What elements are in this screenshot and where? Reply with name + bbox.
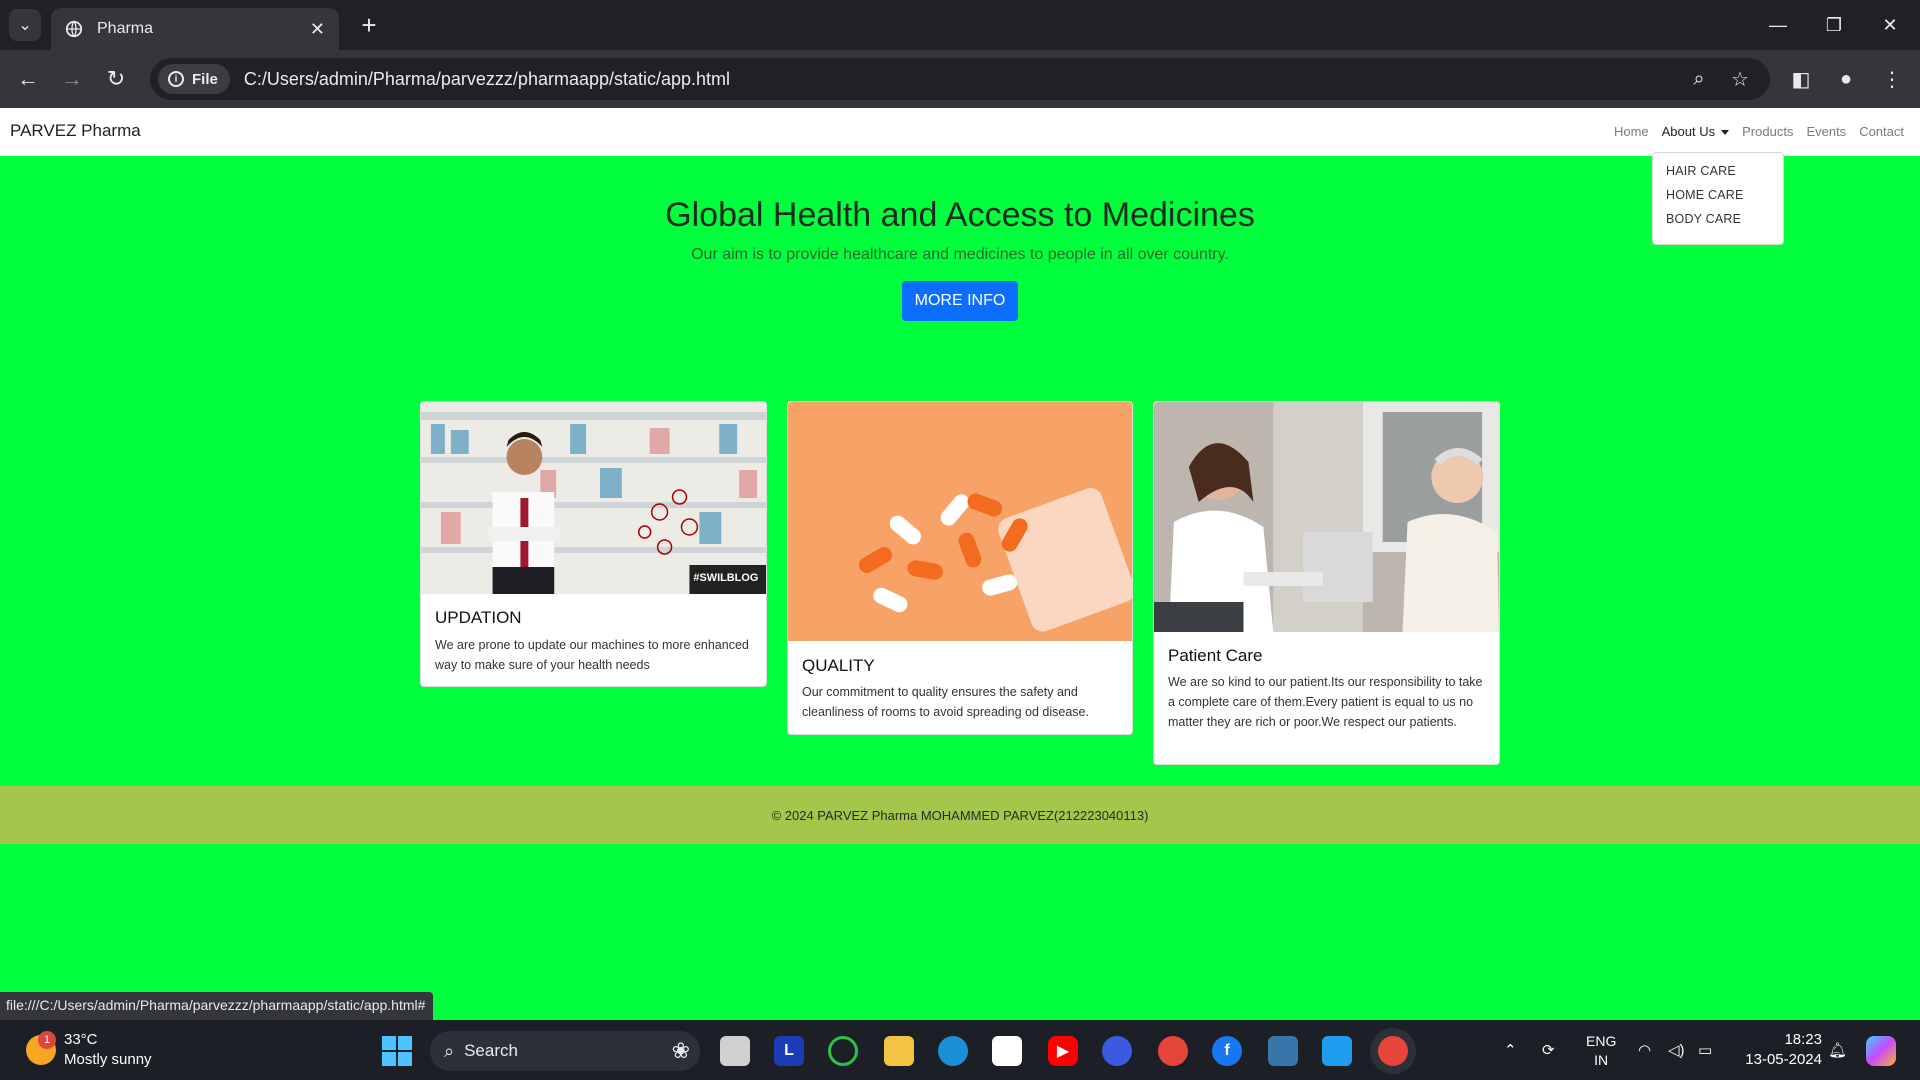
temperature: 33°C [64,1031,98,1048]
reload-button[interactable]: ↻ [96,59,136,99]
caret-down-icon [1721,130,1730,136]
browser-tab[interactable]: Pharma ✕ [51,8,339,50]
l-app-icon[interactable]: L [774,1036,804,1066]
store-icon[interactable] [992,1036,1022,1066]
bell-icon[interactable]: 🔔︎ [1828,1020,1847,1080]
file-explorer-icon[interactable] [720,1036,750,1066]
tab-close-icon[interactable]: ✕ [310,19,325,40]
folder-icon[interactable] [884,1036,914,1066]
battery-icon[interactable]: ▭ [1698,1020,1712,1080]
show-hidden-icons-button[interactable]: ⌃ [1504,1020,1517,1080]
wifi-icon[interactable]: ◠ [1638,1020,1651,1080]
chrome-icon[interactable] [1158,1036,1188,1066]
site-info-chip[interactable]: i File [158,64,230,94]
search-label: Search [464,1041,518,1060]
nav-products[interactable]: Products [1742,124,1793,139]
search-icon: ⌕ [444,1040,455,1061]
clock-date: 13-05-2024 [1745,1051,1822,1068]
nav-events[interactable]: Events [1806,124,1846,139]
bookmark-star-icon[interactable]: ☆ [1720,59,1760,99]
nav-about-us[interactable]: About Us [1661,124,1730,139]
hero-title: Global Health and Access to Medicines [665,196,1255,234]
card-text: We are prone to update our machines to m… [435,638,749,672]
card-title: UPDATION [435,608,522,627]
card-quality: QUALITY Our commitment to quality ensure… [787,401,1133,735]
card-title: Patient Care [1168,646,1263,665]
pharmacist-image: #SWILBLOG [421,402,766,594]
nav-home[interactable]: Home [1614,124,1649,139]
edge-icon[interactable] [938,1036,968,1066]
site-navbar: PARVEZ Pharma Home About Us Products Eve… [0,108,1920,156]
chrome-active-icon[interactable] [1378,1036,1408,1066]
card-updation: #SWILBLOG UPDATION We are prone to updat… [420,401,767,687]
language-region: IN [1594,1052,1609,1068]
profile-icon[interactable]: ● [1826,59,1866,99]
vpn-icon[interactable] [1102,1036,1132,1066]
browser-toolbar: ← → ↻ i File C:/Users/admin/Pharma/parve… [0,50,1920,108]
language-indicator[interactable]: ENG IN [1586,1032,1616,1070]
more-info-button[interactable]: MORE INFO [902,281,1018,321]
system-clock[interactable]: 18:23 13-05-2024 [1745,1030,1822,1070]
nav-contact[interactable]: Contact [1859,124,1904,139]
notification-badge: 1 [38,1031,56,1049]
python-icon[interactable] [1268,1036,1298,1066]
minimize-button[interactable]: — [1750,0,1806,50]
restore-button[interactable]: ❐ [1806,0,1862,50]
globe-icon [65,20,83,38]
weather-widget[interactable]: 1 33°C Mostly sunny [26,1030,152,1070]
taskbar-search[interactable]: ⌕ Search ❀ [430,1031,700,1071]
site-footer: © 2024 PARVEZ Pharma MOHAMMED PARVEZ(212… [0,786,1920,844]
language-code: ENG [1586,1033,1617,1049]
back-button[interactable]: ← [8,59,48,99]
forward-button[interactable]: → [52,59,92,99]
patient-care-image [1154,402,1499,632]
spinner-app-icon[interactable] [828,1036,858,1066]
vscode-icon[interactable] [1322,1036,1352,1066]
weather-description: Mostly sunny [64,1051,152,1068]
card-text: We are so kind to our patient.Its our re… [1168,675,1483,729]
card-text: Our commitment to quality ensures the sa… [802,685,1089,719]
copilot-icon[interactable] [1866,1036,1896,1066]
volume-icon[interactable]: ◁) [1668,1020,1685,1080]
address-bar[interactable]: i File C:/Users/admin/Pharma/parvezzz/ph… [150,58,1770,100]
site-info-label: File [192,70,218,88]
close-window-button[interactable]: ✕ [1862,0,1918,50]
new-tab-button[interactable]: + [352,8,386,42]
tab-search-button[interactable]: ⌄ [9,9,41,41]
youtube-icon[interactable]: ▶ [1048,1036,1078,1066]
browser-tab-bar: ⌄ Pharma ✕ + — ❐ ✕ [0,0,1920,50]
url-text[interactable]: C:/Users/admin/Pharma/parvezzz/pharmaapp… [244,69,730,90]
lotus-icon: ❀ [671,1038,690,1063]
nav-about-us-label: About Us [1661,124,1716,139]
zoom-icon[interactable]: ⌕ [1679,59,1719,99]
footer-text: © 2024 PARVEZ Pharma MOHAMMED PARVEZ(212… [771,807,1149,823]
pills-image [788,402,1132,641]
side-panel-icon[interactable]: ◧ [1781,59,1821,99]
clock-time: 18:23 [1784,1031,1822,1048]
info-icon: i [168,71,184,87]
windows-taskbar: 1 33°C Mostly sunny ⌕ Search ❀ L ▶ f ⌃ ⟳… [0,1020,1920,1080]
hero-subtitle: Our aim is to provide healthcare and med… [691,246,1229,263]
facebook-icon[interactable]: f [1212,1036,1242,1066]
card-title: QUALITY [802,656,875,675]
swilblog-badge: #SWILBLOG [693,572,758,584]
menu-kebab-icon[interactable]: ⋮ [1872,59,1912,99]
sun-icon: 1 [26,1031,56,1065]
nav-links: Home About Us Products Events Contact [1614,124,1904,139]
card-patient-care: Patient Care We are so kind to our patie… [1153,401,1500,765]
link-status-bar: file:///C:/Users/admin/Pharma/parvezzz/p… [0,992,434,1020]
sync-icon[interactable]: ⟳ [1542,1020,1555,1080]
site-brand[interactable]: PARVEZ Pharma [10,121,141,141]
chevron-down-icon: ⌄ [18,17,32,34]
dropdown-item-hair-care[interactable]: HAIR CARE [1653,159,1783,183]
start-button[interactable] [382,1036,412,1066]
tab-title: Pharma [97,20,154,37]
